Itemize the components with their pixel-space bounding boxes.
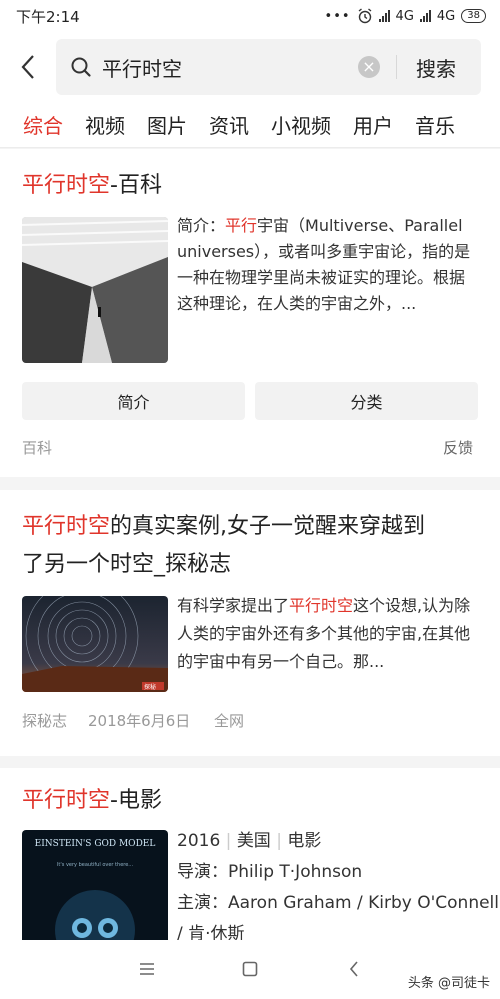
result-source: 探秘志 <box>22 712 68 730</box>
back-nav-icon[interactable] <box>349 961 359 977</box>
movie-meta-line: 2016 | 美国 | 电影 <box>177 831 322 851</box>
search-box[interactable]: 平行时空 × 搜索 <box>56 39 481 95</box>
result-thumbnail[interactable] <box>22 217 168 363</box>
tab-video[interactable]: 视频 <box>85 110 125 139</box>
dots-icon: ••• <box>324 8 351 24</box>
alarm-icon <box>358 8 371 24</box>
clear-icon[interactable]: × <box>358 56 380 78</box>
result-title[interactable]: 平行时空-电影 <box>22 782 162 820</box>
result-description: 有科学家提出了平行时空这个设想,认为除人类的宇宙外还有多个其他的宇宙,在其他的宇… <box>177 596 471 671</box>
status-icons: ••• 4G 4G 38 <box>325 8 486 24</box>
category-tabs: 综合 视频 图片 资讯 小视频 用户 音乐 <box>0 102 500 148</box>
network-type-2: 4G <box>436 8 456 24</box>
menu-icon[interactable] <box>139 962 155 976</box>
search-button[interactable]: 搜索 <box>416 53 456 82</box>
result-thumbnail[interactable]: 探秘 <box>22 596 168 692</box>
home-icon[interactable] <box>242 961 258 977</box>
category-button[interactable]: 分类 <box>255 382 478 420</box>
status-bar: 下午2:14 ••• 4G 4G 38 <box>0 0 500 32</box>
svg-text:EINSTEIN'S GOD MODEL: EINSTEIN'S GOD MODEL <box>35 839 156 849</box>
intro-button[interactable]: 简介 <box>22 382 245 420</box>
battery-icon: 38 <box>461 9 486 23</box>
search-icon <box>71 57 91 77</box>
tab-users[interactable]: 用户 <box>353 110 393 139</box>
result-title[interactable]: 平行时空的真实案例,女子一觉醒来穿越到 了另一个时空_探秘志 <box>22 508 482 584</box>
feedback-link[interactable]: 反馈 <box>443 437 473 458</box>
movie-info: 2016 | 美国 | 电影 导演：Philip T·Johnson 主演：Aa… <box>177 826 500 940</box>
movie-cast: 主演：Aaron Graham / Kirby O'Connell <box>177 893 500 913</box>
search-bar: 平行时空 × 搜索 <box>0 32 500 102</box>
movie-poster[interactable]: EINSTEIN'S GOD MODEL It's very beautiful… <box>22 830 168 940</box>
movie-cast-more: / 肯·休斯 <box>177 924 245 940</box>
result-description: 简介：平行宇宙（Multiverse、Parallel universes），或… <box>177 216 471 313</box>
signal-icon-2 <box>419 10 431 22</box>
tab-short-video[interactable]: 小视频 <box>271 110 331 139</box>
result-scope: 全网 <box>214 712 245 730</box>
result-title[interactable]: 平行时空-百科 <box>22 167 162 205</box>
result-date: 2018年6月6日 <box>88 712 191 730</box>
result-card-movie[interactable]: 平行时空-电影 EINSTEIN'S GOD MODEL It's very b… <box>0 768 500 940</box>
tab-music[interactable]: 音乐 <box>415 110 455 139</box>
tab-comprehensive[interactable]: 综合 <box>23 110 63 139</box>
signal-icon-1 <box>378 10 390 22</box>
chevron-left-icon <box>21 55 34 79</box>
result-card-article[interactable]: 平行时空的真实案例,女子一觉醒来穿越到 了另一个时空_探秘志 探秘 有科学家提出… <box>0 490 500 756</box>
tab-news[interactable]: 资讯 <box>209 110 249 139</box>
search-input[interactable]: 平行时空 <box>102 53 332 82</box>
back-button[interactable] <box>0 32 56 102</box>
network-type-1: 4G <box>395 8 414 24</box>
svg-text:探秘: 探秘 <box>144 683 156 691</box>
result-source: 百科 <box>22 439 53 457</box>
watermark: 头条 @司徒卡 <box>407 976 490 991</box>
search-divider <box>396 55 397 79</box>
svg-text:It's very beautiful over there: It's very beautiful over there... <box>57 862 134 868</box>
tab-images[interactable]: 图片 <box>147 110 187 139</box>
result-card-encyclopedia[interactable]: 平行时空-百科 简介：平行宇宙（Multiverse、Parallel univ… <box>0 149 500 477</box>
status-time: 下午2:14 <box>16 7 80 26</box>
movie-director: 导演：Philip T·Johnson <box>177 862 363 882</box>
